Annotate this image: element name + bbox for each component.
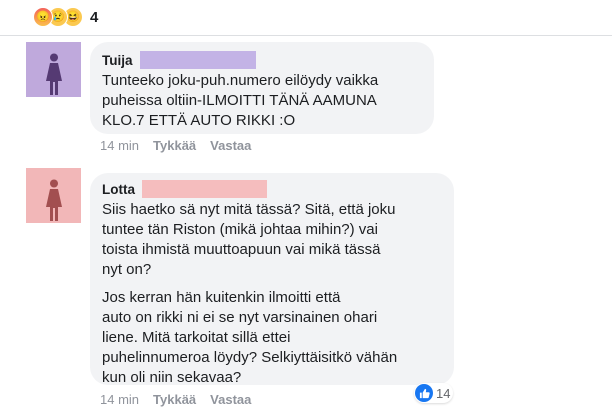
reaction-count: 4 bbox=[90, 8, 99, 26]
divider bbox=[0, 35, 612, 36]
angry-reaction-icon: 😠 bbox=[33, 7, 53, 27]
redacted-name bbox=[142, 180, 267, 198]
like-button[interactable]: Tykkää bbox=[153, 138, 196, 153]
redacted-name bbox=[139, 51, 256, 69]
comment-bubble: Tuija Tunteeko joku-puh.numero eilöydy v… bbox=[90, 42, 434, 134]
reaction-summary[interactable]: 😠 😢 😆 4 bbox=[33, 5, 98, 29]
comment-actions: 14 min Tykkää Vastaa bbox=[100, 138, 251, 153]
comment-author[interactable]: Lotta bbox=[102, 182, 135, 197]
avatar-female-icon[interactable] bbox=[26, 168, 81, 223]
comment-bubble: Lotta Siis haetko sä nyt mitä tässä? Sit… bbox=[90, 173, 454, 386]
reply-button[interactable]: Vastaa bbox=[210, 138, 251, 153]
comment-timestamp[interactable]: 14 min bbox=[100, 392, 139, 407]
reply-button[interactable]: Vastaa bbox=[210, 392, 251, 407]
comment-paragraph: Jos kerran hän kuitenkin ilmoitti että a… bbox=[102, 289, 398, 386]
like-count: 14 bbox=[436, 385, 451, 401]
like-count-badge[interactable]: 14 bbox=[414, 383, 454, 403]
comment-timestamp[interactable]: 14 min bbox=[100, 138, 139, 153]
comment-text: Tunteeko joku-puh.numero eilöydy vaikka … bbox=[102, 72, 379, 129]
thumbs-up-icon bbox=[415, 384, 433, 402]
comment-paragraph: Siis haetko sä nyt mitä tässä? Sitä, ett… bbox=[102, 201, 396, 278]
comment-author[interactable]: Tuija bbox=[102, 53, 133, 68]
avatar-female-icon[interactable] bbox=[26, 42, 81, 97]
comment-actions: 14 min Tykkää Vastaa bbox=[100, 392, 251, 407]
like-button[interactable]: Tykkää bbox=[153, 392, 196, 407]
